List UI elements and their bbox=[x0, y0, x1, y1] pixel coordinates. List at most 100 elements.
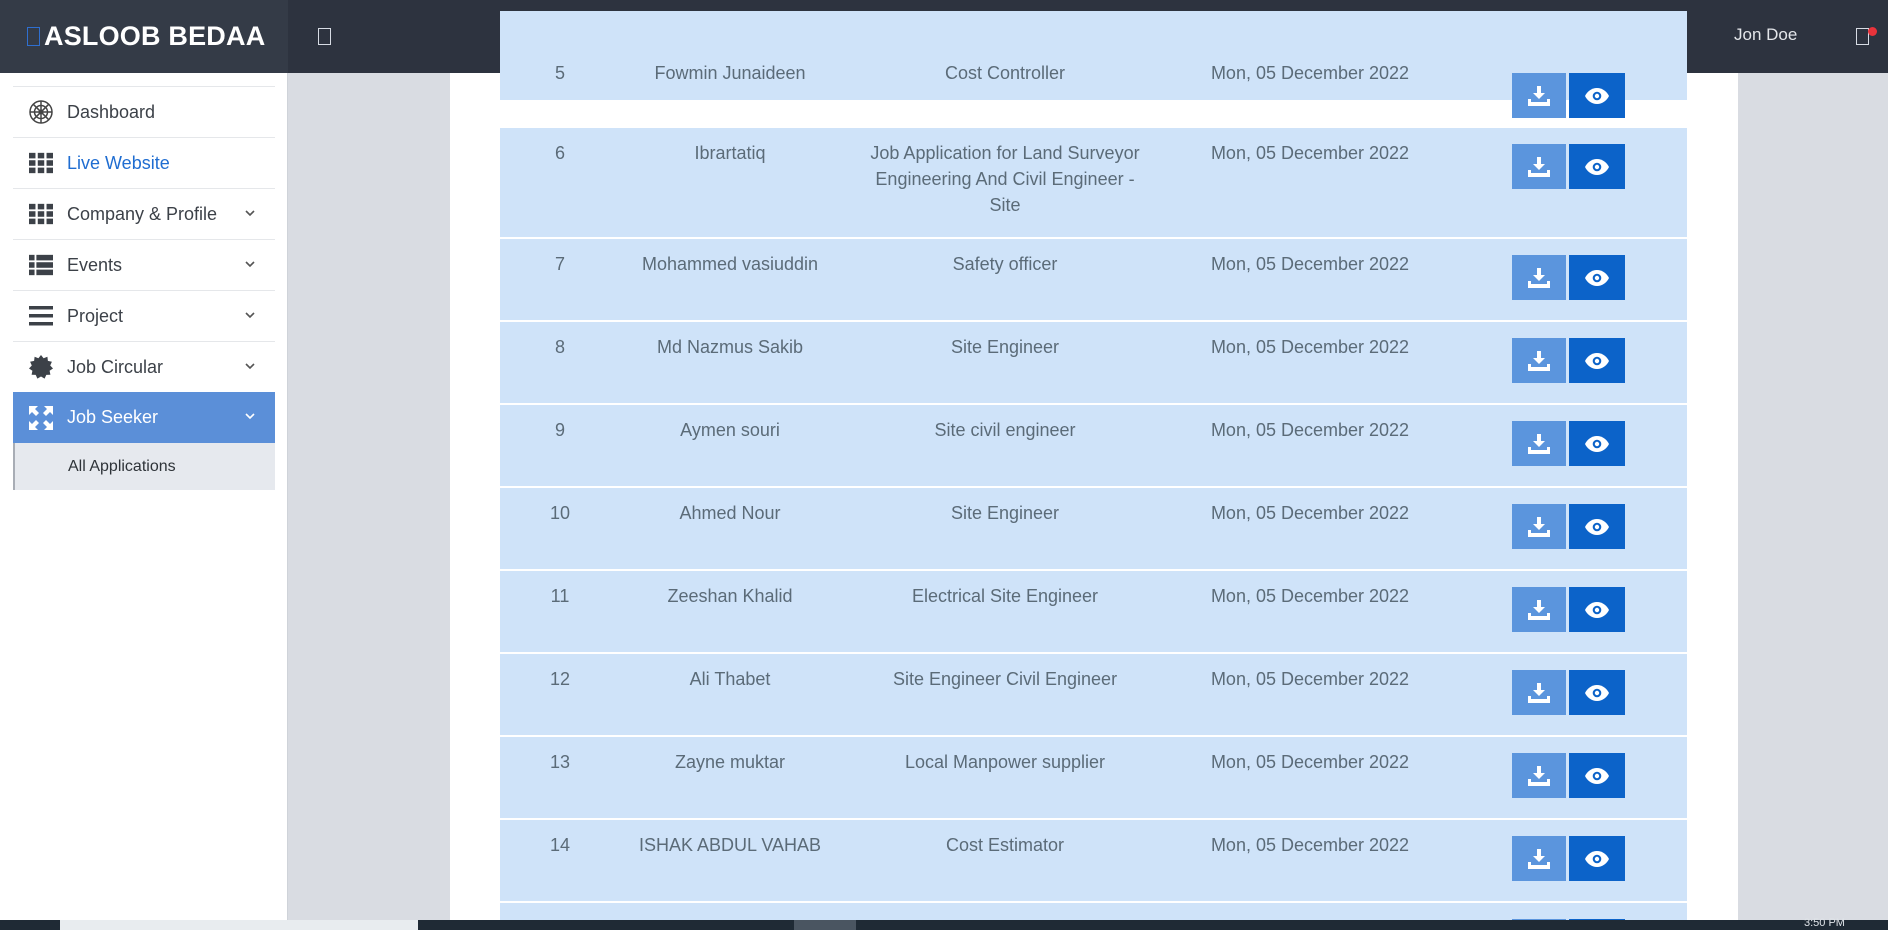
chevron-down-icon bbox=[245, 363, 255, 370]
applied-date: Mon, 05 December 2022 bbox=[1210, 337, 1410, 357]
brand-box-icon bbox=[27, 27, 40, 46]
user-menu[interactable]: Jon Doe bbox=[1734, 25, 1797, 45]
download-button[interactable] bbox=[1512, 587, 1566, 632]
job-title: Safety officer bbox=[952, 254, 1058, 274]
applied-date: Mon, 05 December 2022 bbox=[1210, 752, 1410, 772]
job-title: Cost Estimator bbox=[945, 835, 1065, 855]
sidebar-item-live-website[interactable]: Live Website bbox=[13, 137, 275, 188]
eye-icon bbox=[1585, 684, 1609, 701]
sidebar-item-job-circular[interactable]: Job Circular bbox=[13, 341, 275, 392]
download-button[interactable] bbox=[1512, 73, 1566, 118]
eye-icon bbox=[1585, 601, 1609, 618]
view-button[interactable] bbox=[1569, 670, 1625, 715]
download-button[interactable] bbox=[1512, 338, 1566, 383]
view-button[interactable] bbox=[1569, 504, 1625, 549]
row-number: 6 bbox=[554, 143, 565, 163]
download-button[interactable] bbox=[1512, 753, 1566, 798]
applicant-name: Aymen souri bbox=[680, 420, 780, 440]
sidebar-item-label: Dashboard bbox=[67, 101, 156, 122]
eye-icon bbox=[1585, 158, 1609, 175]
applicant-name: Zayne muktar bbox=[674, 752, 786, 772]
taskbar-clock: 3:50 PM bbox=[1804, 917, 1845, 929]
taskbar-window[interactable] bbox=[60, 920, 418, 930]
download-button[interactable] bbox=[1512, 421, 1566, 466]
table-row: 7 Mohammed vasiuddin Safety officer Mon, 05… bbox=[500, 239, 1687, 321]
sidebar-item-dashboard[interactable]: Dashboard bbox=[13, 86, 275, 137]
table-row: 9 Aymen souri Site civil engineer Mon, 05 D… bbox=[500, 405, 1687, 487]
download-button[interactable] bbox=[1512, 836, 1566, 881]
table-row: 5 Fowmin Junaideen Cost Controller Mon, 05 … bbox=[500, 11, 1687, 118]
row-number: 9 bbox=[554, 420, 565, 440]
sidebar-item-project[interactable]: Project bbox=[13, 290, 275, 341]
download-button[interactable] bbox=[1512, 144, 1566, 189]
eye-icon bbox=[1585, 269, 1609, 286]
row-number: 13 bbox=[549, 752, 571, 772]
view-button[interactable] bbox=[1569, 753, 1625, 798]
row-number: 7 bbox=[554, 254, 565, 274]
applicant-name: Fowmin Junaideen bbox=[654, 63, 806, 83]
job-title: Site civil engineer bbox=[934, 420, 1076, 440]
sidebar-item-company-profile[interactable]: Company & Profile bbox=[13, 188, 275, 239]
job-title: Electrical Site Engineer bbox=[911, 586, 1099, 606]
sidebar-item-label: Live Website bbox=[67, 152, 170, 173]
view-button[interactable] bbox=[1569, 587, 1625, 632]
download-button[interactable] bbox=[1512, 504, 1566, 549]
view-button[interactable] bbox=[1569, 144, 1625, 189]
applicant-name: ISHAK ABDUL VAHAB bbox=[638, 835, 822, 855]
taskbar-active-app[interactable] bbox=[794, 920, 856, 930]
sidebar-item-events[interactable]: Events bbox=[13, 239, 275, 290]
list-icon bbox=[29, 253, 53, 277]
applicant-name: Ali Thabet bbox=[689, 669, 771, 689]
row-number: 5 bbox=[554, 63, 565, 83]
job-title: Site Engineer bbox=[950, 337, 1060, 357]
applicant-name: Md Nazmus Sakib bbox=[656, 337, 804, 357]
applied-date: Mon, 05 December 2022 bbox=[1210, 835, 1410, 855]
view-button[interactable] bbox=[1569, 338, 1625, 383]
sidebar-item-label: Job Seeker bbox=[67, 407, 159, 427]
applied-date: Mon, 05 December 2022 bbox=[1210, 503, 1410, 523]
eye-icon bbox=[1585, 767, 1609, 784]
download-icon bbox=[1528, 267, 1550, 288]
job-title: Local Manpower supplier bbox=[904, 752, 1106, 772]
menu-toggle-icon[interactable] bbox=[318, 28, 331, 45]
eye-icon bbox=[1585, 518, 1609, 535]
sidebar-item-label: Job Circular bbox=[67, 356, 164, 377]
applicant-name: Ahmed Nour bbox=[679, 503, 781, 523]
sidebar-item-job-seeker[interactable]: Job Seeker bbox=[13, 392, 275, 443]
sidebar-subitem-all-applications[interactable]: All Applications bbox=[13, 443, 275, 490]
applicant-name: Zeeshan Khalid bbox=[667, 586, 793, 606]
table-row: 13 Zayne muktar Local Manpower supplier Mon… bbox=[500, 737, 1687, 819]
eye-icon bbox=[1585, 850, 1609, 867]
download-icon bbox=[1528, 433, 1550, 454]
applied-date: Mon, 05 December 2022 bbox=[1210, 63, 1410, 83]
chevron-down-icon bbox=[245, 210, 255, 217]
empire-icon bbox=[29, 100, 53, 124]
eye-icon bbox=[1585, 87, 1609, 104]
sidebar-item-label: Events bbox=[67, 254, 123, 275]
view-button[interactable] bbox=[1569, 73, 1625, 118]
grid-icon bbox=[29, 202, 53, 226]
table-row: 6 Ibrartatiq Job Application for Land Surv… bbox=[500, 128, 1687, 238]
applicant-name: Ibrartatiq bbox=[694, 143, 766, 163]
view-button[interactable] bbox=[1569, 255, 1625, 300]
view-button[interactable] bbox=[1569, 421, 1625, 466]
row-number: 14 bbox=[549, 835, 571, 855]
bars-icon bbox=[29, 304, 53, 328]
notification-badge bbox=[1868, 27, 1877, 36]
applied-date: Mon, 05 December 2022 bbox=[1210, 586, 1410, 606]
view-button[interactable] bbox=[1569, 836, 1625, 881]
download-icon bbox=[1528, 85, 1550, 106]
row-number: 8 bbox=[554, 337, 565, 357]
applied-date: Mon, 05 December 2022 bbox=[1210, 669, 1410, 689]
brand[interactable]: ASLOOB BEDAA bbox=[0, 0, 288, 73]
download-icon bbox=[1528, 765, 1550, 786]
applied-date: Mon, 05 December 2022 bbox=[1210, 143, 1410, 163]
download-button[interactable] bbox=[1512, 255, 1566, 300]
table-row: 8 Md Nazmus Sakib Site Engineer Mon, 05 Dec… bbox=[500, 322, 1687, 404]
job-title: Job Application for Land Surveyor Engine… bbox=[870, 143, 1140, 215]
expand-icon bbox=[29, 405, 53, 430]
download-button[interactable] bbox=[1512, 670, 1566, 715]
badge-icon bbox=[29, 355, 53, 379]
chevron-down-icon bbox=[245, 413, 255, 420]
job-title: Site Engineer bbox=[950, 503, 1060, 523]
